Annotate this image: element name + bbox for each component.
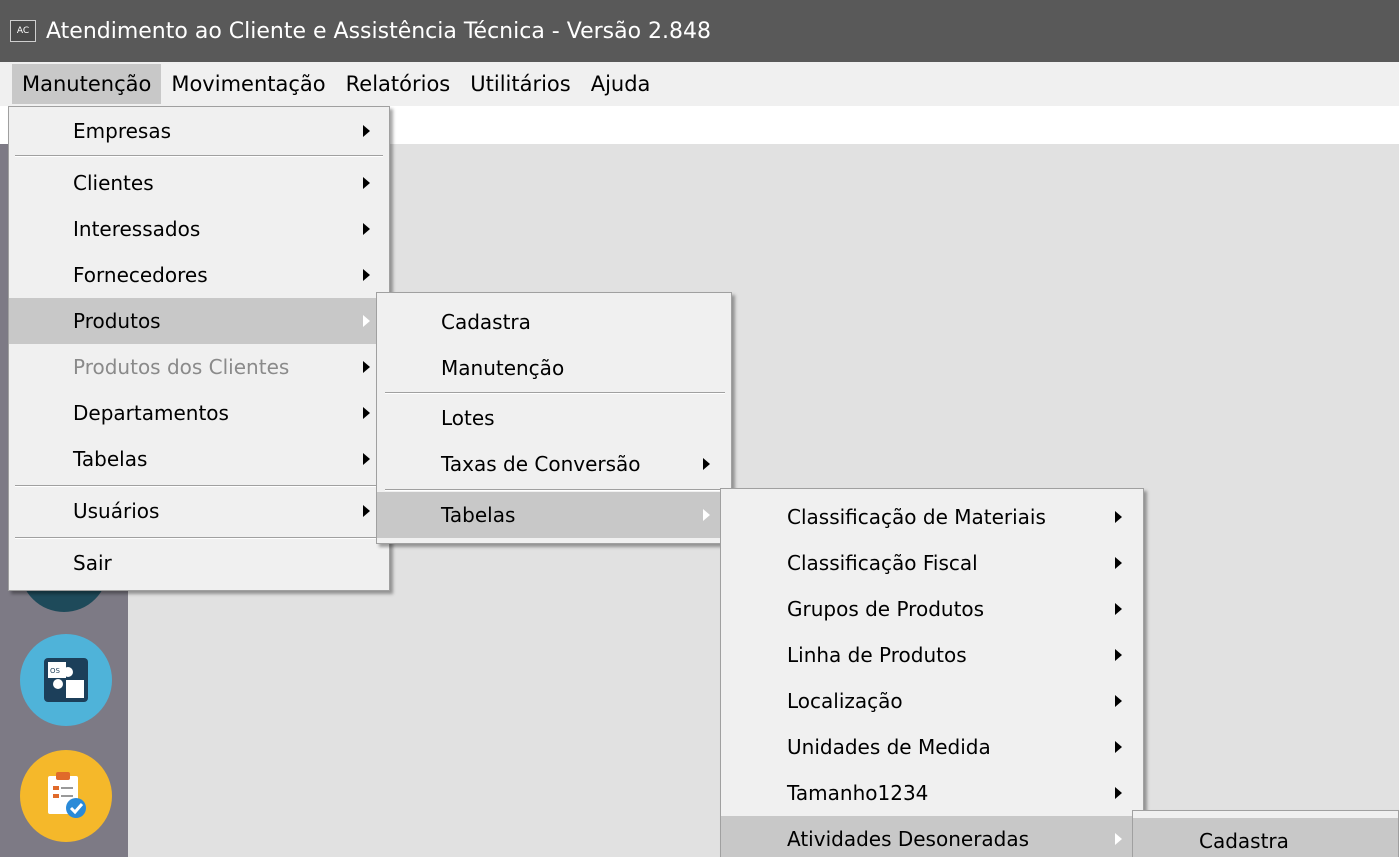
menu-tabelas: Classificação de Materiais Classificação…	[720, 488, 1144, 857]
menu-item-cadastra-atividades[interactable]: Cadastra	[1133, 818, 1398, 857]
menu-item-atividades-desoneradas[interactable]: Atividades Desoneradas	[721, 816, 1143, 857]
menu-separator	[385, 489, 725, 491]
menu-separator	[385, 392, 725, 394]
menu-atividades-desoneradas: Cadastra	[1132, 810, 1399, 857]
submenu-arrow-icon	[363, 223, 370, 235]
menu-item-label: Cadastra	[441, 310, 531, 334]
menubar-relatorios[interactable]: Relatórios	[336, 64, 461, 104]
menu-item-label: Atividades Desoneradas	[787, 827, 1030, 851]
submenu-arrow-icon	[363, 125, 370, 137]
menu-item-interessados[interactable]: Interessados	[9, 206, 389, 252]
menu-item-label: Fornecedores	[73, 263, 208, 287]
menu-item-tabelas[interactable]: Tabelas	[9, 436, 389, 482]
menu-item-grupos-de-produtos[interactable]: Grupos de Produtos	[721, 586, 1143, 632]
submenu-arrow-icon	[363, 407, 370, 419]
submenu-arrow-icon	[363, 315, 370, 327]
submenu-arrow-icon	[363, 269, 370, 281]
submenu-arrow-icon	[1115, 557, 1122, 569]
menu-item-label: Unidades de Medida	[787, 735, 991, 759]
menu-item-label: Classificação de Materiais	[787, 505, 1046, 529]
menu-item-label: Linha de Produtos	[787, 643, 967, 667]
menu-item-classificacao-fiscal[interactable]: Classificação Fiscal	[721, 540, 1143, 586]
submenu-arrow-icon	[1115, 695, 1122, 707]
menu-item-label: Clientes	[73, 171, 154, 195]
submenu-arrow-icon	[363, 505, 370, 517]
menu-produtos: Cadastra Manutenção Lotes Taxas de Conve…	[376, 292, 732, 544]
menu-bar: Manutenção Movimentação Relatórios Utili…	[0, 62, 1399, 106]
menu-item-label: Tabelas	[441, 503, 516, 527]
menu-item-tabelas-produtos[interactable]: Tabelas	[377, 492, 731, 538]
menu-item-label: Grupos de Produtos	[787, 597, 985, 621]
submenu-arrow-icon	[1115, 833, 1122, 845]
menu-item-lotes[interactable]: Lotes	[377, 395, 731, 441]
menu-item-label: Classificação Fiscal	[787, 551, 978, 575]
submenu-arrow-icon	[363, 177, 370, 189]
menu-item-produtos[interactable]: Produtos	[9, 298, 389, 344]
menu-item-label: Departamentos	[73, 401, 229, 425]
submenu-arrow-icon	[1115, 649, 1122, 661]
menu-item-label: Localização	[787, 689, 903, 713]
menu-item-produtos-dos-clientes: Produtos dos Clientes	[9, 344, 389, 390]
menu-item-label: Produtos dos Clientes	[73, 355, 290, 379]
menu-separator	[15, 485, 383, 487]
submenu-arrow-icon	[1115, 741, 1122, 753]
menubar-utilitarios[interactable]: Utilitários	[460, 64, 580, 104]
menubar-ajuda[interactable]: Ajuda	[581, 64, 661, 104]
menu-item-label: Tamanho1234	[787, 781, 929, 805]
menu-item-label: Manutenção	[441, 356, 565, 380]
menu-item-manutencao[interactable]: Manutenção	[377, 345, 731, 391]
submenu-arrow-icon	[1115, 511, 1122, 523]
menu-item-label: Interessados	[73, 217, 201, 241]
menu-item-label: Sair	[73, 551, 112, 575]
submenu-arrow-icon	[363, 453, 370, 465]
menu-item-classificacao-materiais[interactable]: Classificação de Materiais	[721, 494, 1143, 540]
menu-item-empresas[interactable]: Empresas	[9, 108, 389, 154]
puzzle-icon: OS	[44, 658, 88, 702]
title-bar: AC Atendimento ao Cliente e Assistência …	[0, 0, 1399, 62]
menubar-manutencao[interactable]: Manutenção	[12, 64, 162, 104]
menu-item-label: Taxas de Conversão	[441, 452, 641, 476]
app-logo-icon: AC	[10, 20, 36, 42]
menu-item-localizacao[interactable]: Localização	[721, 678, 1143, 724]
submenu-arrow-icon	[703, 509, 710, 521]
menu-item-label: Tabelas	[73, 447, 148, 471]
submenu-arrow-icon	[1115, 603, 1122, 615]
clipboard-check-icon	[48, 772, 86, 818]
menu-item-departamentos[interactable]: Departamentos	[9, 390, 389, 436]
submenu-arrow-icon	[1115, 787, 1122, 799]
menu-item-clientes[interactable]: Clientes	[9, 160, 389, 206]
menu-item-fornecedores[interactable]: Fornecedores	[9, 252, 389, 298]
dock-button-clipboard[interactable]	[20, 750, 112, 842]
svg-text:OS: OS	[50, 667, 61, 675]
menu-item-label: Produtos	[73, 309, 161, 333]
menu-item-tamanho1234[interactable]: Tamanho1234	[721, 770, 1143, 816]
menu-item-label: Cadastra	[1199, 829, 1289, 853]
menu-item-unidades-de-medida[interactable]: Unidades de Medida	[721, 724, 1143, 770]
menubar-movimentacao[interactable]: Movimentação	[161, 64, 335, 104]
menu-manutencao: Empresas Clientes Interessados Fornecedo…	[8, 106, 390, 591]
menu-item-linha-de-produtos[interactable]: Linha de Produtos	[721, 632, 1143, 678]
submenu-arrow-icon	[703, 458, 710, 470]
menu-item-taxas-de-conversao[interactable]: Taxas de Conversão	[377, 441, 731, 487]
menu-item-label: Empresas	[73, 119, 171, 143]
submenu-arrow-icon	[363, 361, 370, 373]
dock-button-os-puzzle[interactable]: OS	[20, 634, 112, 726]
menu-item-label: Lotes	[441, 406, 495, 430]
menu-item-cadastra[interactable]: Cadastra	[377, 299, 731, 345]
menu-item-label: Usuários	[73, 499, 160, 523]
menu-item-sair[interactable]: Sair	[9, 540, 389, 586]
window-title: Atendimento ao Cliente e Assistência Téc…	[46, 18, 712, 44]
menu-separator	[15, 537, 383, 539]
menu-separator	[15, 155, 383, 157]
menu-item-usuarios[interactable]: Usuários	[9, 488, 389, 534]
